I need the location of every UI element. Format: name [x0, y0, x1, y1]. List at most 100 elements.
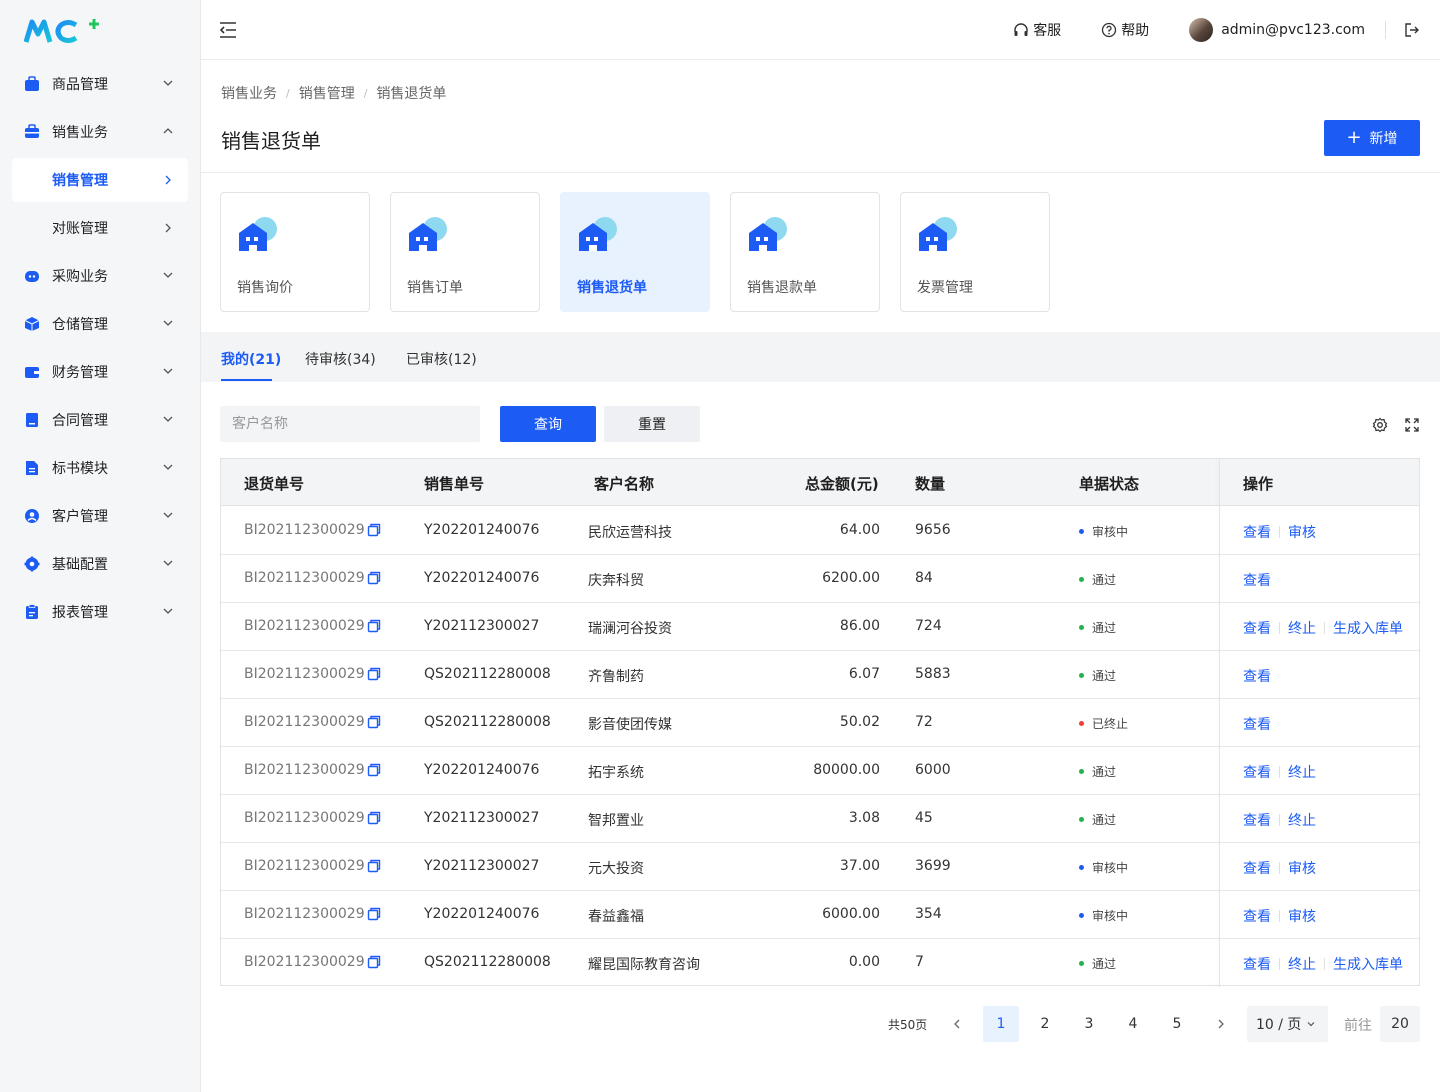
sidebar-item-warehouse[interactable]: 仓储管理	[0, 300, 200, 348]
avatar[interactable]	[1189, 18, 1214, 42]
page-button[interactable]: 4	[1115, 1006, 1151, 1042]
action-link[interactable]: 终止	[1288, 810, 1316, 830]
sidebar-item-sales[interactable]: 销售业务	[0, 108, 200, 156]
sidebar-item-finance[interactable]: 财务管理	[0, 348, 200, 396]
copy-icon[interactable]	[367, 523, 381, 537]
copy-icon[interactable]	[367, 907, 381, 921]
breadcrumb-item-current: 销售退货单	[376, 86, 447, 102]
sidebar-item-report[interactable]: 报表管理	[0, 588, 200, 636]
status-text: 通过	[1092, 957, 1117, 971]
tab-mine[interactable]: 我的(21)	[221, 349, 281, 369]
logout-icon[interactable]	[1404, 22, 1420, 38]
sidebar-item-tender[interactable]: 标书模块	[0, 444, 200, 492]
action-link[interactable]: 查看	[1243, 954, 1271, 974]
copy-icon[interactable]	[367, 619, 381, 633]
customer-name: 民欣运营科技	[588, 525, 672, 541]
customer-name-input[interactable]	[220, 406, 480, 442]
page-button[interactable]: 1	[983, 1006, 1019, 1042]
quantity: 724	[915, 618, 942, 634]
sales-order-number: Y202112300027	[424, 810, 540, 826]
copy-icon[interactable]	[367, 811, 381, 825]
status-dot	[1079, 913, 1084, 918]
card-sales-order[interactable]: 销售订单	[390, 192, 540, 312]
sidebar-item-customer[interactable]: 客户管理	[0, 492, 200, 540]
card-invoice[interactable]: 发票管理	[900, 192, 1050, 312]
card-sales-refund[interactable]: 销售退款单	[730, 192, 880, 312]
card-label: 销售退货单	[577, 280, 647, 296]
copy-icon[interactable]	[367, 955, 381, 969]
action-link[interactable]: 终止	[1288, 618, 1316, 638]
building-icon	[409, 217, 447, 251]
action-link[interactable]: 审核	[1288, 522, 1316, 542]
page-button[interactable]: 2	[1027, 1006, 1063, 1042]
tab-approved[interactable]: 已审核(12)	[406, 349, 477, 369]
action-link[interactable]: 查看	[1243, 858, 1271, 878]
goto-page-input[interactable]: 20	[1380, 1006, 1420, 1042]
sidebar-item-goods[interactable]: 商品管理	[0, 60, 200, 108]
next-page-icon[interactable]	[1215, 1018, 1227, 1030]
settings-icon	[24, 556, 40, 572]
chevron-down-icon	[163, 560, 173, 566]
action-link[interactable]: 审核	[1288, 906, 1316, 926]
collapse-sidebar-icon[interactable]	[219, 21, 237, 39]
row-actions: 查看	[1243, 714, 1271, 734]
action-link[interactable]: 生成入库单	[1333, 618, 1403, 638]
table-row: BI202112300029 Y202201240076 庆奔科贸 6200.00 84…	[221, 555, 1419, 603]
fullscreen-icon[interactable]	[1404, 417, 1420, 433]
action-link[interactable]: 查看	[1243, 714, 1271, 734]
return-order-number: BI202112300029	[244, 522, 365, 538]
copy-icon[interactable]	[367, 859, 381, 873]
sidebar-subitem-reconciliation[interactable]: 对账管理	[0, 204, 200, 252]
add-new-button[interactable]: + 新增	[1324, 120, 1420, 156]
table-row: BI202112300029 QS202112280008 齐鲁制药 6.07 5883…	[221, 651, 1419, 699]
action-link[interactable]: 查看	[1243, 810, 1271, 830]
customer-service-link[interactable]: 客服	[1013, 20, 1061, 40]
brand-logo[interactable]	[23, 16, 106, 44]
reset-button[interactable]: 重置	[604, 406, 700, 442]
action-link[interactable]: 查看	[1243, 906, 1271, 926]
column-settings-icon[interactable]	[1372, 417, 1388, 433]
action-link[interactable]: 查看	[1243, 522, 1271, 542]
copy-icon[interactable]	[367, 715, 381, 729]
action-link[interactable]: 生成入库单	[1333, 954, 1403, 974]
quantity: 45	[915, 810, 933, 826]
fixed-column-divider	[1219, 459, 1220, 987]
return-order-number: BI202112300029	[244, 570, 365, 586]
page-size-select[interactable]: 10 / 页	[1247, 1006, 1328, 1042]
action-link[interactable]: 终止	[1288, 954, 1316, 974]
breadcrumb-item[interactable]: 销售业务	[221, 83, 277, 103]
user-email[interactable]: admin@pvc123.com	[1221, 22, 1365, 38]
action-link[interactable]: 查看	[1243, 666, 1271, 686]
action-link[interactable]: 审核	[1288, 858, 1316, 878]
action-link[interactable]: 查看	[1243, 618, 1271, 638]
total-pages: 共50页	[888, 1018, 928, 1032]
page-button[interactable]: 3	[1071, 1006, 1107, 1042]
sidebar-item-purchase[interactable]: 采购业务	[0, 252, 200, 300]
help-link[interactable]: 帮助	[1101, 20, 1149, 40]
column-header-qty: 数量	[915, 475, 946, 493]
sidebar-item-contract[interactable]: 合同管理	[0, 396, 200, 444]
sidebar-item-settings[interactable]: 基础配置	[0, 540, 200, 588]
copy-icon[interactable]	[367, 763, 381, 777]
table-row: BI202112300029 Y202201240076 春益鑫福 6000.00 35…	[221, 891, 1419, 939]
action-link[interactable]: 终止	[1288, 762, 1316, 782]
row-actions: 查看 终止	[1243, 810, 1316, 830]
breadcrumb-item[interactable]: 销售管理	[299, 83, 355, 103]
customer-service-label: 客服	[1033, 23, 1062, 39]
sidebar-subitem-sales-management[interactable]: 销售管理	[12, 158, 188, 202]
column-header-return-no: 退货单号	[244, 475, 305, 493]
copy-icon[interactable]	[367, 571, 381, 585]
action-link[interactable]: 查看	[1243, 570, 1271, 590]
page-button[interactable]: 5	[1159, 1006, 1195, 1042]
sales-order-number: Y202201240076	[424, 522, 540, 538]
action-separator	[1324, 622, 1325, 634]
breadcrumb: 销售业务 / 销售管理 / 销售退货单	[221, 83, 446, 103]
query-button[interactable]: 查询	[500, 406, 596, 442]
prev-page-icon[interactable]	[951, 1018, 963, 1030]
status-badge: 审核中	[1079, 523, 1128, 540]
tab-pending[interactable]: 待审核(34)	[305, 349, 376, 369]
action-link[interactable]: 查看	[1243, 762, 1271, 782]
card-sales-inquiry[interactable]: 销售询价	[220, 192, 370, 312]
copy-icon[interactable]	[367, 667, 381, 681]
card-sales-return[interactable]: 销售退货单	[560, 192, 710, 312]
